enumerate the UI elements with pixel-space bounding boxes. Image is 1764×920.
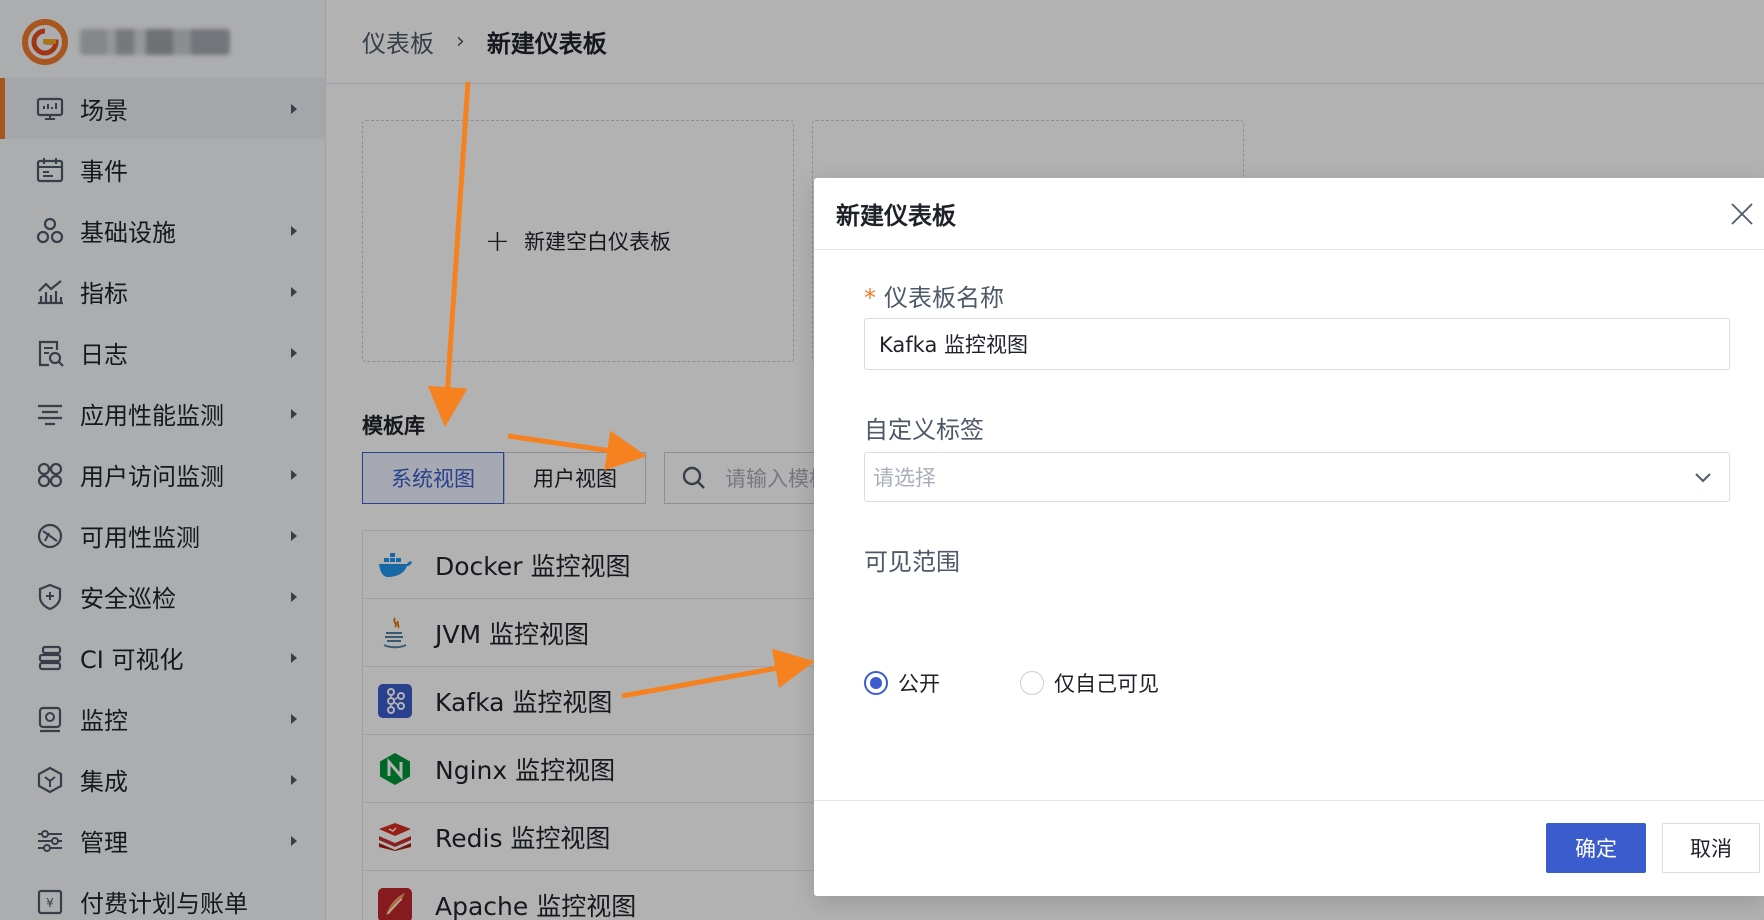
radio-unchecked-icon: [1020, 671, 1044, 695]
new-dashboard-dialog: 新建仪表板 * 仪表板名称 Kafka 监控视图 自定义标签 请选择 可见范围 公…: [814, 178, 1764, 896]
visibility-public-label: 公开: [898, 672, 940, 696]
dashboard-name-field[interactable]: Kafka 监控视图: [864, 318, 1730, 370]
dialog-header: 新建仪表板: [814, 178, 1764, 250]
dashboard-name-label: * 仪表板名称: [864, 278, 1004, 313]
visibility-private-label: 仅自己可见: [1054, 672, 1159, 696]
radio-checked-icon: [864, 671, 888, 695]
visibility-label: 可见范围: [864, 548, 960, 576]
cancel-button[interactable]: 取消: [1662, 823, 1760, 873]
confirm-button[interactable]: 确定: [1546, 823, 1646, 873]
custom-tags-label: 自定义标签: [864, 416, 984, 444]
dialog-title: 新建仪表板: [836, 202, 956, 230]
custom-tags-placeholder: 请选择: [873, 466, 936, 490]
custom-tags-select[interactable]: 请选择: [864, 452, 1730, 502]
required-mark: *: [864, 284, 876, 312]
visibility-public-radio[interactable]: 公开: [864, 668, 940, 698]
chevron-down-icon: [1695, 473, 1711, 483]
dashboard-name-label-text: 仪表板名称: [884, 284, 1004, 312]
dashboard-name-value: Kafka 监控视图: [879, 333, 1028, 357]
close-icon[interactable]: [1728, 200, 1756, 228]
visibility-private-radio[interactable]: 仅自己可见: [1020, 668, 1159, 698]
visibility-radio-group: 公开 仅自己可见: [864, 668, 1239, 698]
dialog-footer: 确定 取消: [814, 800, 1764, 896]
